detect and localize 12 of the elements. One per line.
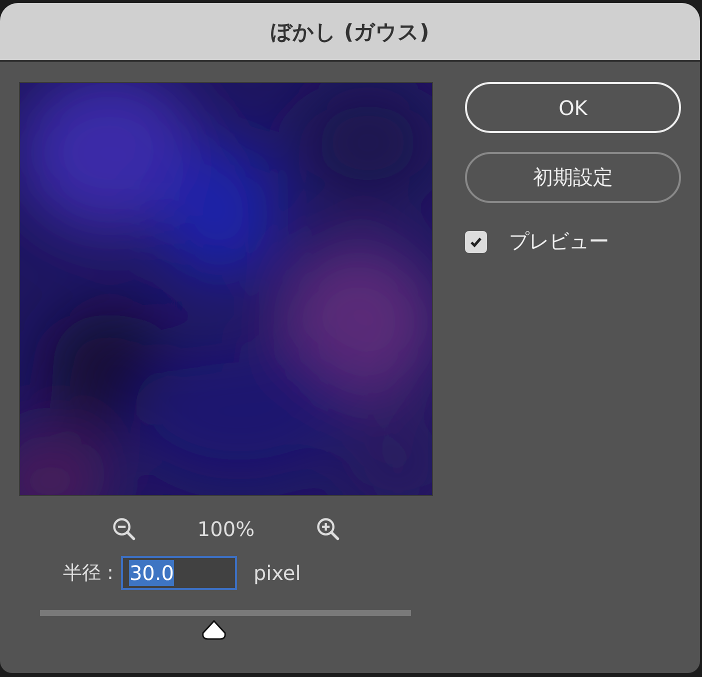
zoom-in-icon[interactable] xyxy=(314,516,341,542)
window-title: ぼかし (ガウス) xyxy=(270,18,430,46)
checkbox[interactable] xyxy=(465,230,487,252)
zoom-out-icon[interactable] xyxy=(111,516,138,542)
reset-button[interactable]: 初期設定 xyxy=(465,152,681,203)
radius-label: 半径 : xyxy=(63,561,114,586)
ok-button[interactable]: OK xyxy=(465,82,681,133)
radius-field[interactable]: 30.0 xyxy=(121,556,238,590)
zoom-level: 100% xyxy=(197,517,255,541)
preview-label: プレビュー xyxy=(509,228,609,255)
unit-label: pixel xyxy=(253,561,301,585)
slider-thumb[interactable] xyxy=(201,619,228,641)
